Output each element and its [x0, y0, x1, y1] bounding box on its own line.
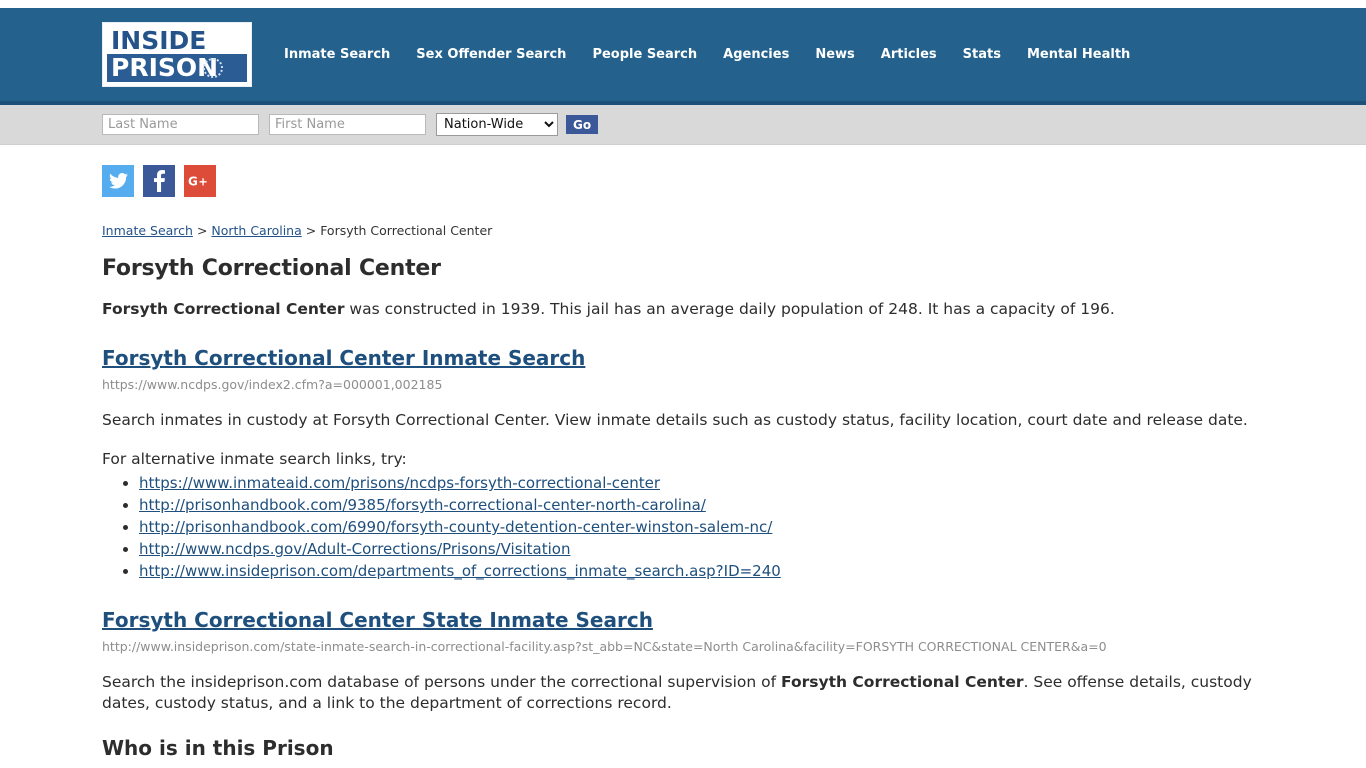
list-item: http://prisonhandbook.com/6990/forsyth-c… [139, 516, 1266, 538]
nav-item-mental-health[interactable]: Mental Health [1027, 47, 1130, 62]
logo-prison-label: PRISON [111, 53, 219, 82]
breadcrumb-current: Forsyth Correctional Center [320, 223, 493, 238]
section-heading-state-inmate-search: Forsyth Correctional Center State Inmate… [102, 608, 1266, 632]
nav-item-stats[interactable]: Stats [963, 47, 1001, 62]
alt-link-prisonhandbook-9385[interactable]: http://prisonhandbook.com/9385/forsyth-c… [139, 496, 706, 514]
quick-search-bar: Nation-Wide Go [0, 105, 1366, 145]
breadcrumb: Inmate Search > North Carolina > Forsyth… [102, 223, 1266, 238]
nav-item-news[interactable]: News [815, 47, 854, 62]
main-nav: Inmate Search Sex Offender Search People… [284, 47, 1130, 62]
nav-item-articles[interactable]: Articles [881, 47, 937, 62]
section2-url: http://www.insideprison.com/state-inmate… [102, 639, 1107, 654]
first-name-input[interactable] [269, 114, 426, 135]
section2-facility-name: Forsyth Correctional Center [781, 673, 1024, 691]
logo-text-inside: INSIDE [111, 26, 207, 55]
site-logo[interactable]: INSIDE PRISON [102, 22, 252, 87]
nav-item-sex-offender-search[interactable]: Sex Offender Search [416, 47, 566, 62]
breadcrumb-separator-2: > [301, 223, 321, 238]
alt-link-inmateaid[interactable]: https://www.inmateaid.com/prisons/ncdps-… [139, 474, 660, 492]
svg-text:+: + [198, 175, 207, 188]
alt-links-intro: For alternative inmate search links, try… [102, 450, 407, 468]
intro-paragraph: Forsyth Correctional Center was construc… [102, 299, 1266, 320]
breadcrumb-link-north-carolina[interactable]: North Carolina [211, 223, 301, 238]
page-title: Forsyth Correctional Center [102, 256, 441, 281]
facebook-icon[interactable] [143, 165, 175, 197]
google-plus-icon[interactable]: G + [184, 165, 216, 197]
breadcrumb-link-inmate-search[interactable]: Inmate Search [102, 223, 193, 238]
logo-ring-icon [203, 58, 223, 78]
alt-link-prisonhandbook-6990[interactable]: http://prisonhandbook.com/6990/forsyth-c… [139, 518, 772, 536]
social-share-bar: G + [102, 165, 1266, 197]
nav-item-inmate-search[interactable]: Inmate Search [284, 47, 390, 62]
section2-desc-part1: Search the insideprison.com database of … [102, 673, 781, 691]
site-header: INSIDE PRISON Inmate Search Sex Offender… [0, 8, 1366, 101]
nav-item-people-search[interactable]: People Search [592, 47, 697, 62]
svg-text:G: G [188, 174, 198, 188]
top-white-strip [0, 0, 1366, 8]
section-link-inmate-search[interactable]: Forsyth Correctional Center Inmate Searc… [102, 346, 585, 370]
alt-link-insideprison-doc[interactable]: http://www.insideprison.com/departments_… [139, 562, 781, 580]
list-item: http://www.insideprison.com/departments_… [139, 560, 1266, 582]
intro-facility-name: Forsyth Correctional Center [102, 300, 345, 318]
section-link-state-inmate-search[interactable]: Forsyth Correctional Center State Inmate… [102, 608, 653, 632]
section2-description: Search the insideprison.com database of … [102, 672, 1266, 714]
alt-link-ncdps-visitation[interactable]: http://www.ncdps.gov/Adult-Corrections/P… [139, 540, 570, 558]
page-content: G + Inmate Search > North Carolina > For… [0, 145, 1366, 760]
alt-links-list: https://www.inmateaid.com/prisons/ncdps-… [102, 472, 1266, 582]
list-item: http://prisonhandbook.com/9385/forsyth-c… [139, 494, 1266, 516]
section1-description: Search inmates in custody at Forsyth Cor… [102, 411, 1248, 429]
nav-item-agencies[interactable]: Agencies [723, 47, 789, 62]
search-scope-select[interactable]: Nation-Wide [436, 113, 558, 136]
intro-text: was constructed in 1939. This jail has a… [344, 300, 1115, 318]
twitter-icon[interactable] [102, 165, 134, 197]
logo-text-prison: PRISON [107, 54, 247, 82]
list-item: http://www.ncdps.gov/Adult-Corrections/P… [139, 538, 1266, 560]
section-heading-inmate-search: Forsyth Correctional Center Inmate Searc… [102, 346, 1266, 370]
go-button[interactable]: Go [566, 115, 599, 134]
section1-url: https://www.ncdps.gov/index2.cfm?a=00000… [102, 377, 443, 392]
list-item: https://www.inmateaid.com/prisons/ncdps-… [139, 472, 1266, 494]
breadcrumb-separator-1: > [192, 223, 212, 238]
section-heading-who-is-in-this-prison: Who is in this Prison [102, 736, 334, 760]
last-name-input[interactable] [102, 114, 259, 135]
